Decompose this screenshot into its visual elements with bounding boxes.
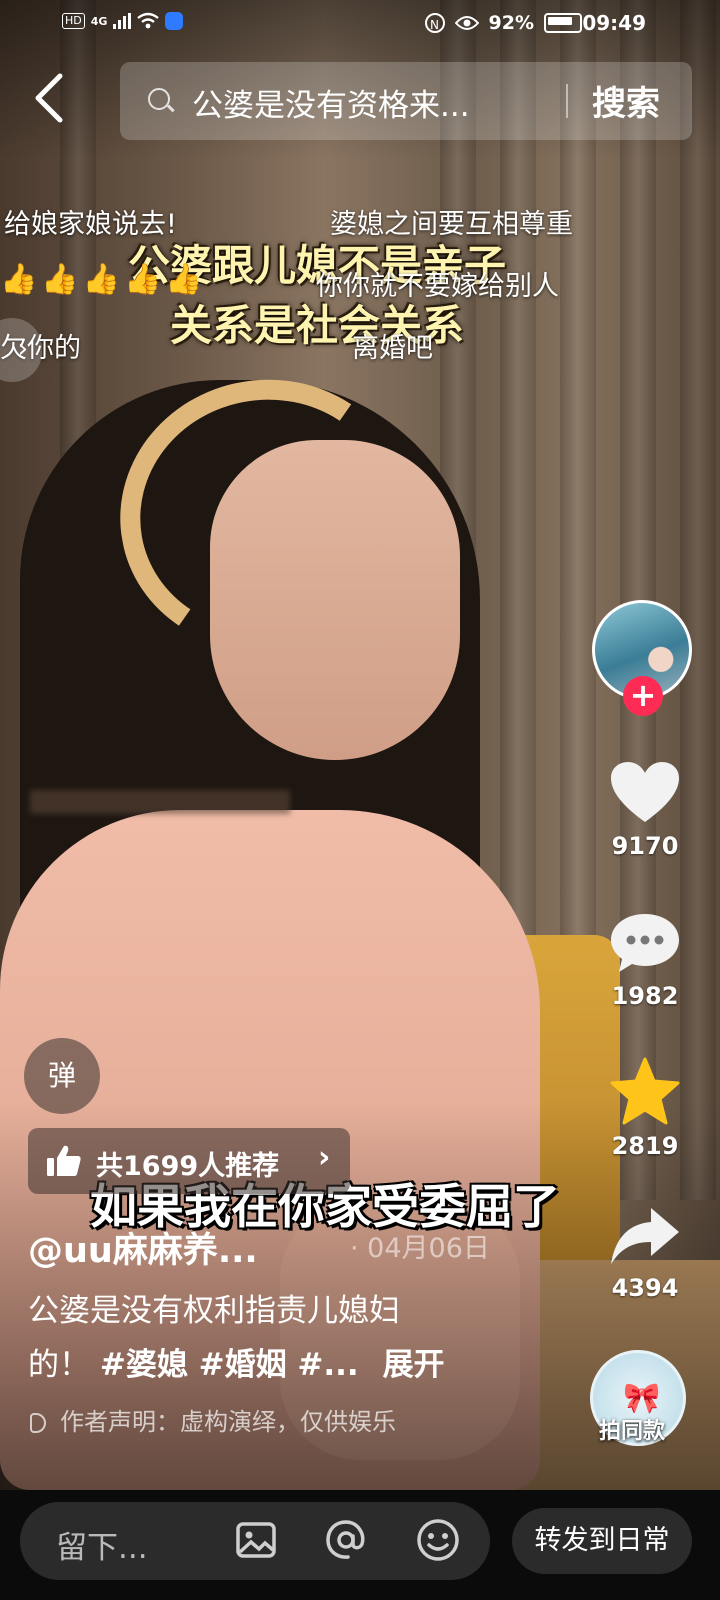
search-button[interactable]: 搜索 xyxy=(592,76,660,125)
battery-icon xyxy=(544,13,582,33)
search-divider xyxy=(566,84,568,118)
emoji-icon[interactable] xyxy=(414,1516,462,1564)
search-icon xyxy=(148,88,170,110)
description-end: 的！ xyxy=(28,1347,90,1383)
comment-count: 1982 xyxy=(611,982,679,1010)
app-notification-icon xyxy=(165,12,184,30)
favorite-count: 2819 xyxy=(611,1132,679,1160)
video-description: 公婆是没有权利指责儿媳妇 的！ #婆媳 #婚姻 #... 展开 xyxy=(28,1284,498,1392)
share-button[interactable]: 4394 xyxy=(600,1204,690,1302)
description-line-2: 的！ #婆媳 #婚姻 #... 展开 xyxy=(28,1338,498,1392)
comment-placeholder: 留下... xyxy=(56,1530,148,1566)
recommend-text: 共1699人推荐 xyxy=(96,1151,280,1182)
hd-badge: HD xyxy=(62,13,85,29)
claim-text: 作者声明：虚构演绎，仅供娱乐 xyxy=(60,1408,396,1436)
share-count: 4394 xyxy=(611,1274,679,1302)
follow-button[interactable]: + xyxy=(623,676,663,716)
hashtags[interactable]: #婆媳 #婚姻 #... xyxy=(100,1347,359,1383)
speaker-icon xyxy=(30,1413,46,1433)
star-icon xyxy=(610,1057,680,1125)
back-button[interactable] xyxy=(30,72,80,132)
author-claim: 作者声明：虚构演绎，仅供娱乐 xyxy=(30,1402,396,1437)
image-icon[interactable] xyxy=(232,1516,280,1564)
recommend-pill[interactable]: 共1699人推荐 › xyxy=(28,1128,350,1194)
status-right: N 92% xyxy=(424,12,582,34)
nfc-icon: N xyxy=(424,13,445,33)
share-to-daily-button[interactable]: 转发到日常 xyxy=(512,1508,692,1574)
chevron-right-icon: › xyxy=(318,1140,331,1175)
favorite-button[interactable]: 2819 xyxy=(600,1056,690,1160)
danmaku-item: 离婚吧 xyxy=(352,333,433,364)
at-icon[interactable] xyxy=(322,1516,370,1564)
heart-icon xyxy=(611,762,679,822)
bow-icon: 🎀 xyxy=(623,1381,661,1416)
description-line: 公婆是没有权利指责儿媳妇 xyxy=(28,1293,400,1329)
share-icon xyxy=(611,1208,679,1264)
comment-input[interactable]: 留下... xyxy=(20,1502,490,1580)
post-date-value: 04月06日 xyxy=(367,1233,490,1264)
comment-button[interactable]: 1982 xyxy=(600,910,690,1010)
eye-icon xyxy=(454,16,479,30)
search-query[interactable]: 公婆是没有资格来... xyxy=(192,80,470,125)
battery-percent: 92% xyxy=(488,12,534,34)
search-bar[interactable]: 公婆是没有资格来... 搜索 xyxy=(120,62,692,140)
like-button[interactable]: 9170 xyxy=(600,760,690,860)
status-left: HD 4G xyxy=(62,12,184,30)
video-screen: HD 4G N 92% 09:49 公婆是没有资格来... 搜索 给娘家娘说去!… xyxy=(0,0,720,1600)
signal-icon xyxy=(113,13,132,29)
comment-icon xyxy=(611,914,679,972)
curtain-fold xyxy=(680,0,716,1200)
like-count: 9170 xyxy=(611,832,679,860)
music-disc[interactable]: 🎀 拍同款 xyxy=(590,1350,686,1446)
back-icon xyxy=(35,73,63,123)
thumbs-up-icon xyxy=(47,1145,81,1176)
post-date: · 04月06日 xyxy=(350,1233,490,1264)
expand-button[interactable]: 展开 xyxy=(383,1347,445,1383)
danmaku-toggle-button[interactable]: 弹 xyxy=(24,1038,100,1114)
wifi-icon xyxy=(137,12,160,29)
status-bar: HD 4G N 92% 09:49 xyxy=(0,0,720,48)
network-label: 4G xyxy=(90,14,108,28)
bottom-bar: 留下... 转发到日常 xyxy=(0,1490,720,1600)
blurred-text xyxy=(30,790,290,814)
clock: 09:49 xyxy=(582,11,646,35)
author-name[interactable]: @uu麻麻养... xyxy=(28,1222,258,1273)
same-style-label: 拍同款 xyxy=(599,1419,666,1444)
